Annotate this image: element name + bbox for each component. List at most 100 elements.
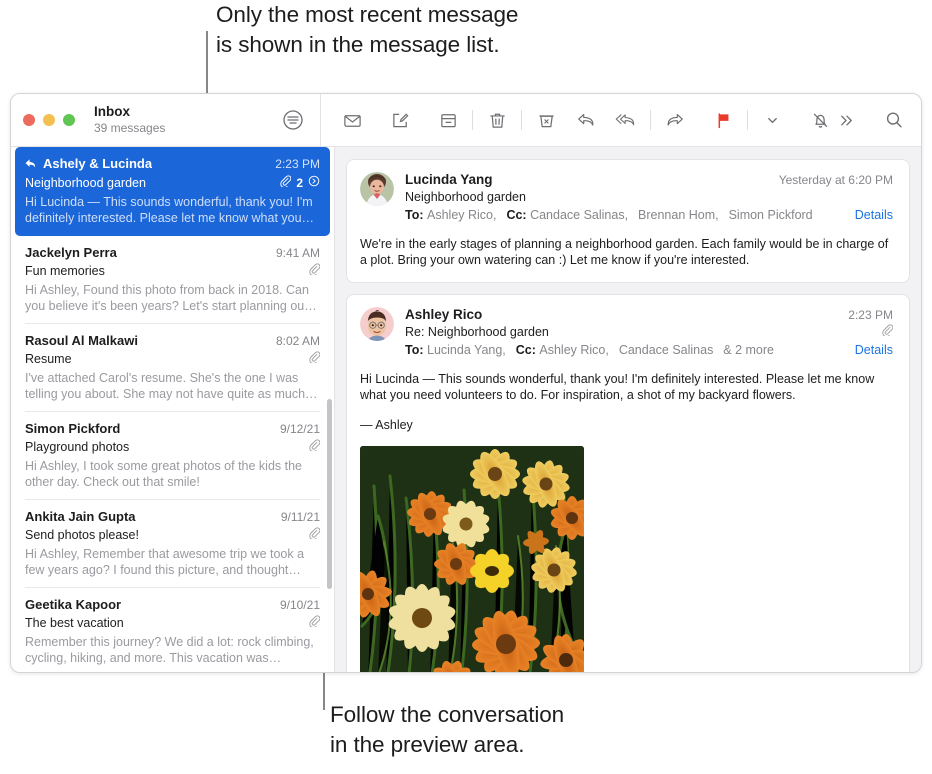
preview-sender-row: Lucinda Yang Yesterday at 6:20 PM	[405, 172, 893, 187]
more-button[interactable]	[833, 107, 859, 133]
backyard-flowers-photo[interactable]	[360, 446, 584, 672]
paperclip-icon	[279, 174, 292, 192]
toolbar-separator	[472, 110, 473, 130]
message-row-meta	[300, 614, 321, 632]
paperclip-icon	[308, 350, 321, 368]
thread-expand-icon[interactable]	[308, 174, 320, 192]
message-preview-text: Hi Ashley, Remember that awesome trip we…	[25, 547, 305, 577]
preview-sender-name: Ashley Rico	[405, 307, 483, 322]
details-link[interactable]: Details	[845, 343, 893, 357]
flag-menu-button[interactable]	[759, 107, 785, 133]
search-button[interactable]	[881, 107, 907, 133]
message-row-meta	[300, 350, 321, 368]
preview-sender-row: Ashley Rico 2:23 PM	[405, 307, 893, 322]
message-subject: Send photos please!	[25, 528, 139, 542]
preview-signature: — Ashley	[360, 418, 413, 432]
table-row[interactable]: Simon Pickford 9/12/21 Playground photos	[11, 412, 334, 500]
preview-header-text: Lucinda Yang Yesterday at 6:20 PM Neighb…	[405, 172, 893, 222]
archive-button[interactable]	[435, 107, 461, 133]
mark-unread-button[interactable]	[339, 107, 365, 133]
message-row-line2: The best vacation	[25, 614, 321, 632]
message-row-line1: Ankita Jain Gupta 9/11/21	[25, 509, 320, 524]
message-list[interactable]: Ashely & Lucinda 2:23 PM Neighborhood ga…	[11, 147, 335, 672]
table-row[interactable]: Ashely & Lucinda 2:23 PM Neighborhood ga…	[15, 147, 330, 236]
paperclip-icon	[881, 324, 894, 339]
table-row[interactable]: Rasoul Al Malkawi 8:02 AM Resume I've at…	[11, 324, 334, 412]
preview-message-card[interactable]: Lucinda Yang Yesterday at 6:20 PM Neighb…	[346, 159, 910, 283]
message-preview-text: Hi Ashley, I took some great photos of t…	[25, 459, 303, 489]
message-subject: Playground photos	[25, 440, 130, 454]
message-row-meta: 2	[271, 174, 320, 192]
message-row-line1: Rasoul Al Malkawi 8:02 AM	[25, 333, 320, 348]
toolbar-separator	[650, 110, 651, 130]
message-row-line1: Simon Pickford 9/12/21	[25, 421, 320, 436]
reply-button[interactable]	[573, 107, 599, 133]
maximize-window-button[interactable]	[63, 114, 75, 126]
preview-recipients-row: To: Lucinda Yang, Cc: Ashley Rico, Canda…	[405, 343, 893, 357]
filter-icon[interactable]	[282, 109, 304, 131]
message-row-line1: Jackelyn Perra 9:41 AM	[25, 245, 320, 260]
message-sender: Jackelyn Perra	[25, 245, 117, 260]
window-toolbar: Inbox 39 messages	[11, 94, 921, 147]
preview-body-text: We're in the early stages of planning a …	[360, 237, 889, 267]
minimize-window-button[interactable]	[43, 114, 55, 126]
page-title: Inbox	[94, 104, 130, 120]
message-date: 9:41 AM	[275, 246, 320, 260]
message-date: 9/12/21	[279, 422, 320, 436]
message-preview-text: Hi Ashley, Found this photo from back in…	[25, 283, 309, 313]
recipient-cc-1: Ashley Rico,	[539, 343, 609, 357]
to-label: To:	[405, 343, 424, 357]
table-row[interactable]: Jackelyn Perra 9:41 AM Fun memories Hi A…	[11, 236, 334, 324]
message-sender: Ankita Jain Gupta	[25, 509, 136, 524]
forward-button[interactable]	[662, 107, 688, 133]
preview-timestamp: Yesterday at 6:20 PM	[778, 173, 893, 187]
toolbar-left-section: Inbox 39 messages	[11, 94, 321, 146]
message-list-scrollbar[interactable]	[327, 399, 332, 589]
preview-timestamp: 2:23 PM	[848, 308, 893, 322]
recipient-cc-1: Candace Salinas,	[530, 208, 629, 222]
preview-recipients: To: Lucinda Yang, Cc: Ashley Rico, Canda…	[405, 343, 777, 357]
message-preview-text: Remember this journey? We did a lot: roc…	[25, 635, 314, 665]
message-subject: Fun memories	[25, 264, 105, 278]
toolbar-separator	[521, 110, 522, 130]
message-row-line2: Send photos please!	[25, 526, 321, 544]
message-date: 9/11/21	[280, 510, 320, 524]
junk-button[interactable]	[533, 107, 559, 133]
recipient-to: Lucinda Yang,	[427, 343, 506, 357]
delete-button[interactable]	[484, 107, 510, 133]
message-date: 8:02 AM	[275, 334, 320, 348]
message-row-line2: Resume	[25, 350, 321, 368]
table-row[interactable]: Geetika Kapoor 9/10/21 The best vacation	[11, 588, 334, 672]
details-link[interactable]: Details	[845, 208, 893, 222]
paperclip-icon	[308, 262, 321, 280]
paperclip-icon	[308, 438, 321, 456]
callout-bottom-leader-line	[323, 672, 325, 710]
message-row-line2: Playground photos	[25, 438, 321, 456]
message-row-meta	[300, 438, 321, 456]
recipient-cc-2: Candace Salinas	[618, 343, 714, 357]
cc-label: Cc:	[506, 208, 527, 222]
message-subject: The best vacation	[25, 616, 124, 630]
message-row-line2: Fun memories	[25, 262, 321, 280]
recipient-to: Ashley Rico,	[427, 208, 497, 222]
message-date: 9/10/21	[279, 598, 320, 612]
flag-button[interactable]	[710, 107, 736, 133]
reply-all-button[interactable]	[613, 107, 639, 133]
compose-button[interactable]	[387, 107, 413, 133]
window-body: Ashely & Lucinda 2:23 PM Neighborhood ga…	[11, 147, 921, 672]
preview-message-card[interactable]: Ashley Rico 2:23 PM Re: Neighborhood gar…	[346, 294, 910, 672]
cc-label: Cc:	[515, 343, 536, 357]
table-row[interactable]: Ankita Jain Gupta 9/11/21 Send photos pl…	[11, 500, 334, 588]
message-subject: Resume	[25, 352, 72, 366]
paperclip-icon	[308, 526, 321, 544]
mute-button[interactable]	[807, 107, 833, 133]
preview-recipients: To: Ashley Rico, Cc: Candace Salinas, Br…	[405, 208, 816, 222]
message-row-line1: Geetika Kapoor 9/10/21	[25, 597, 320, 612]
preview-sender-name: Lucinda Yang	[405, 172, 493, 187]
message-sender: Rasoul Al Malkawi	[25, 333, 138, 348]
message-date: 2:23 PM	[275, 157, 320, 171]
close-window-button[interactable]	[23, 114, 35, 126]
message-sender: Geetika Kapoor	[25, 597, 122, 612]
message-sender: Ashely & Lucinda	[43, 156, 153, 171]
preview-recipients-row: To: Ashley Rico, Cc: Candace Salinas, Br…	[405, 208, 893, 222]
